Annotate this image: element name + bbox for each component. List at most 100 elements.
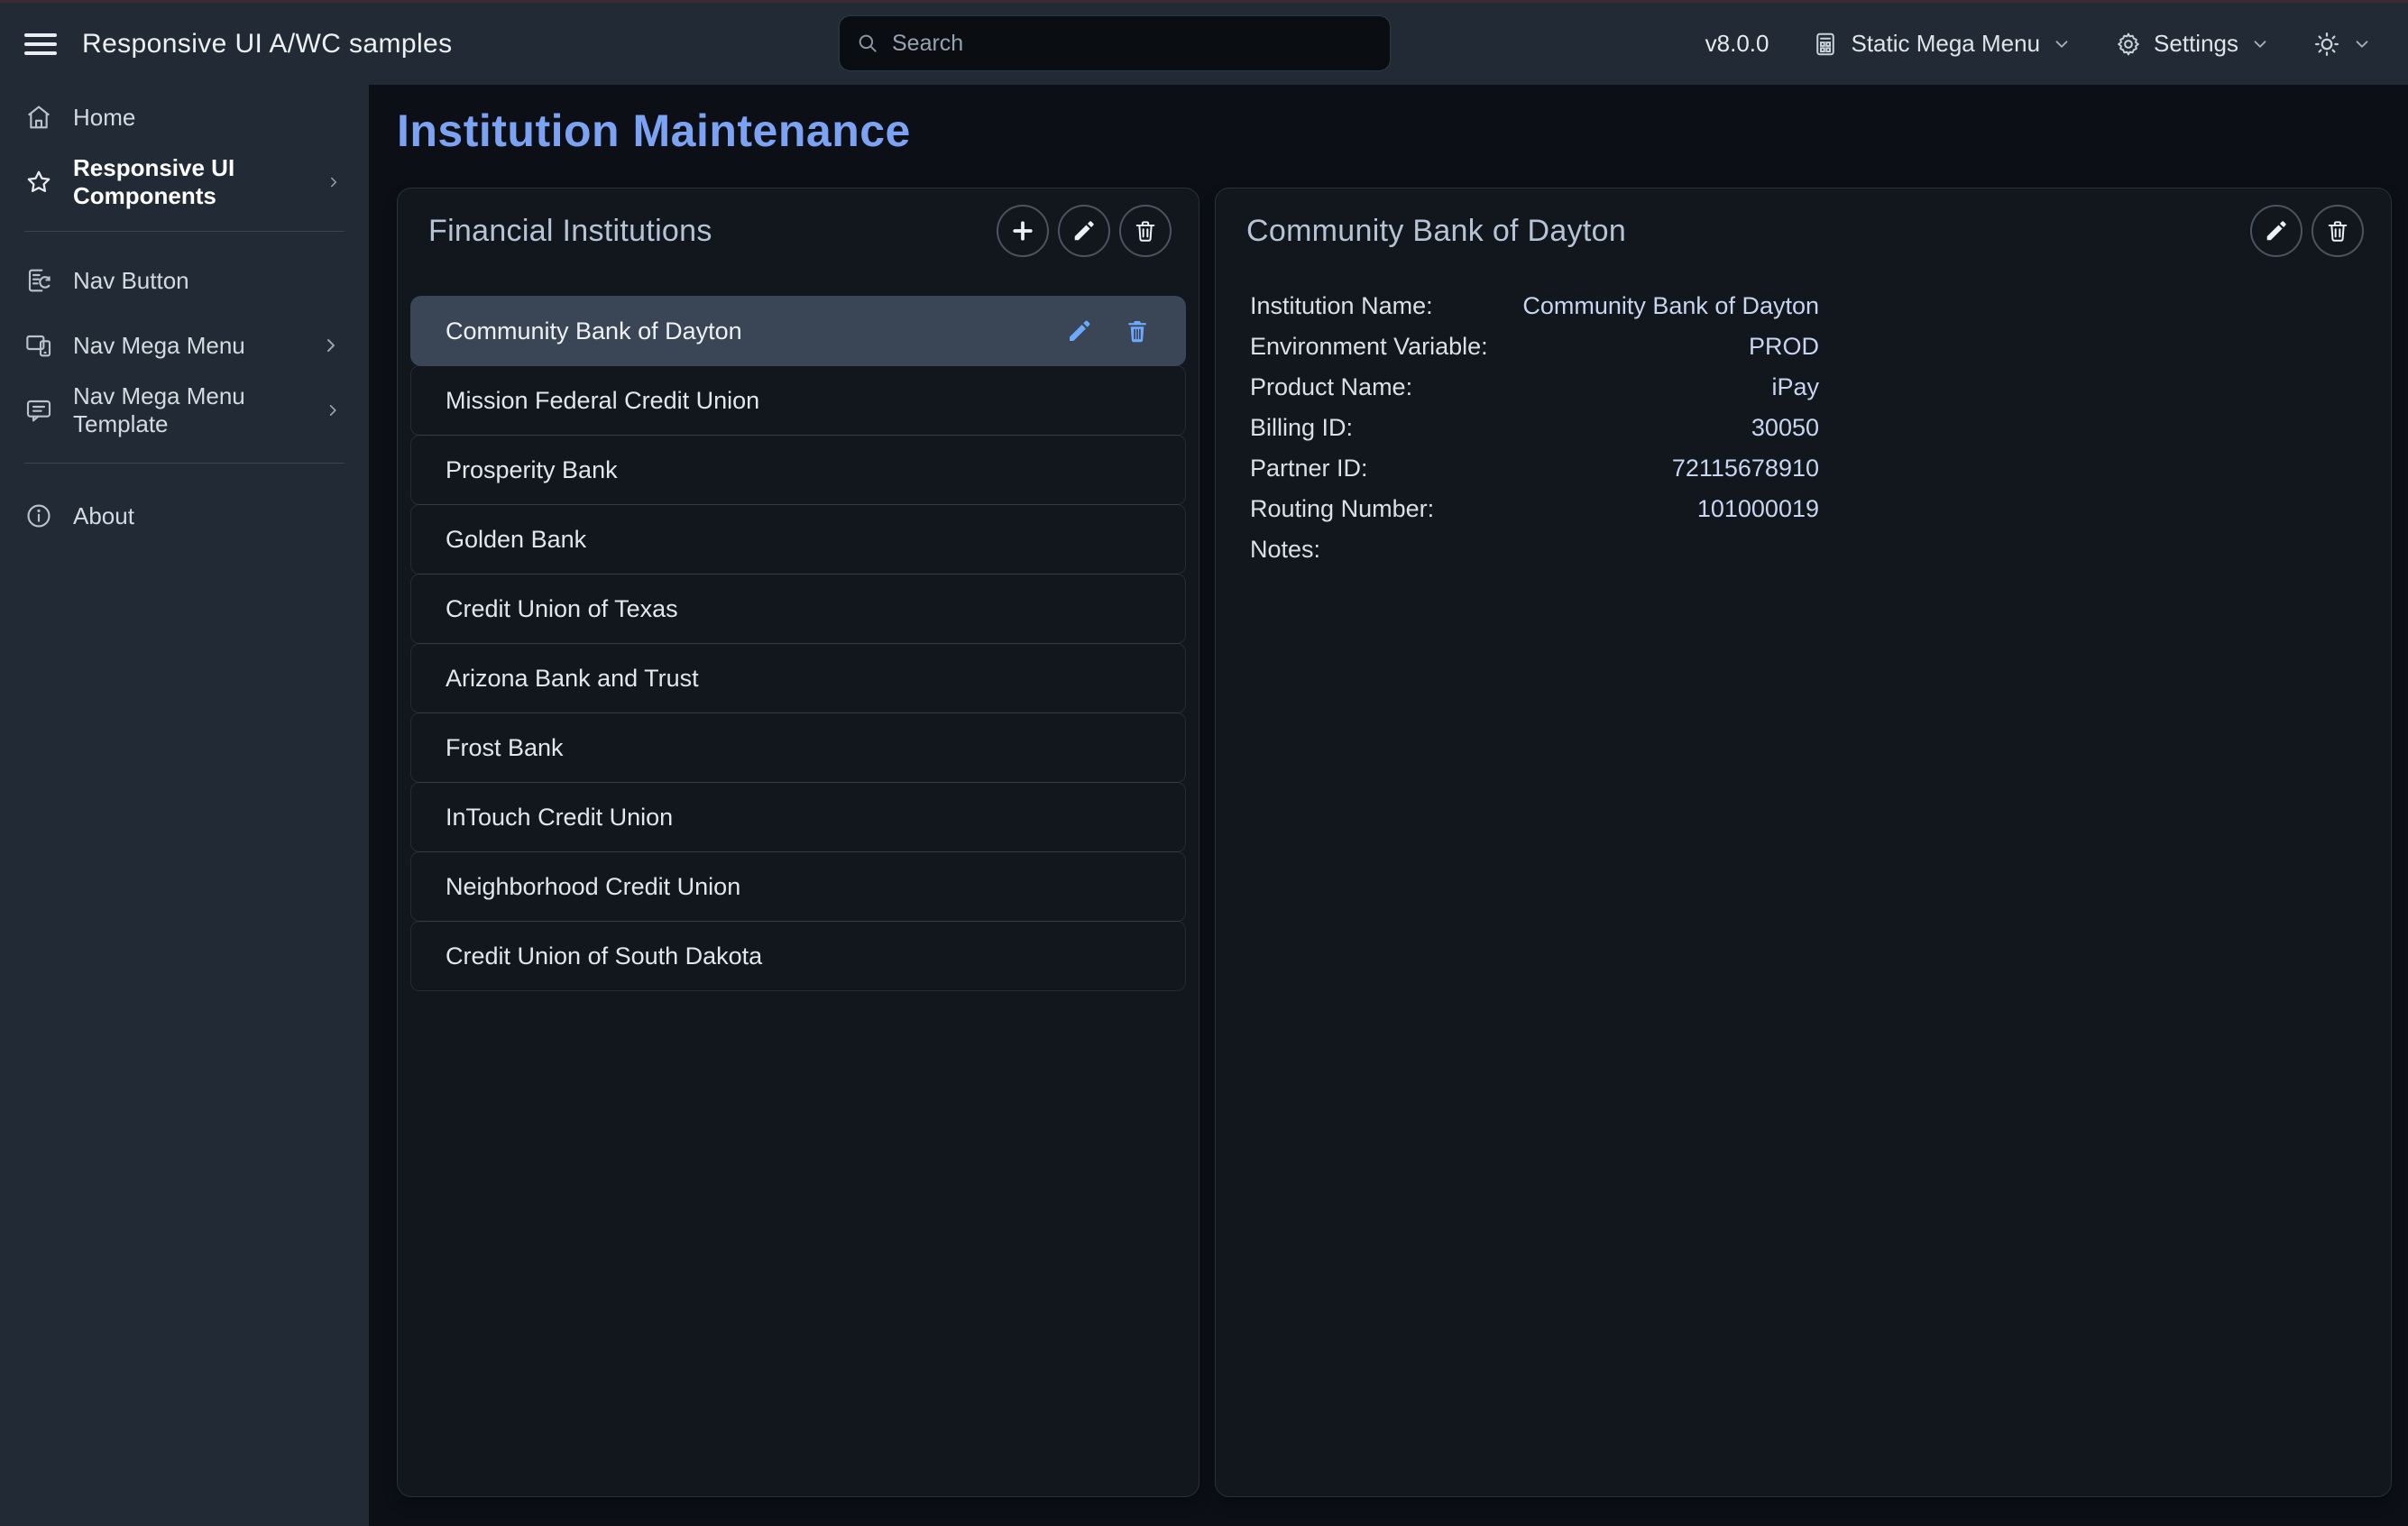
sun-icon (2313, 31, 2340, 58)
field-institution-name: Institution Name: Community Bank of Dayt… (1250, 286, 1819, 326)
sidebar-item-nav-mega-menu[interactable]: Nav Mega Menu (0, 313, 369, 378)
field-routing-number: Routing Number: 101000019 (1250, 489, 1819, 529)
sidebar-item-nav-button[interactable]: Nav Button (0, 248, 369, 313)
field-value: 72115678910 (1672, 455, 1819, 483)
document-refresh-icon (24, 265, 55, 296)
field-label: Partner ID: (1250, 455, 1368, 483)
institution-name: Community Bank of Dayton (446, 317, 742, 345)
sidebar-item-label: About (73, 502, 134, 530)
mega-menu-label: Static Mega Menu (1851, 30, 2040, 58)
version-label: v8.0.0 (1705, 30, 1769, 58)
institution-row[interactable]: Mission Federal Credit Union (410, 365, 1186, 436)
institution-name: Neighborhood Credit Union (446, 873, 740, 901)
institution-name: Prosperity Bank (446, 456, 618, 484)
field-label: Institution Name: (1250, 292, 1433, 320)
institution-detail-panel: Community Bank of Dayton Institution Nam… (1215, 188, 2392, 1497)
chevron-down-icon (2250, 34, 2270, 54)
mega-menu-dropdown[interactable]: Static Mega Menu (1812, 30, 2072, 58)
sidebar-item-label: Nav Mega Menu (73, 332, 245, 360)
search-icon (856, 32, 879, 55)
chat-template-icon (24, 395, 55, 426)
sidebar: Home Responsive UI Components Nav Button… (0, 85, 369, 1526)
trash-icon (2325, 218, 2350, 244)
edit-institution-button[interactable] (1058, 205, 1110, 257)
hamburger-menu-button[interactable] (24, 33, 59, 55)
chevron-down-icon (2352, 34, 2372, 54)
gear-icon (2115, 31, 2142, 58)
field-product-name: Product Name: iPay (1250, 367, 1819, 408)
institution-row[interactable]: Credit Union of Texas (410, 574, 1186, 644)
institution-name: Credit Union of South Dakota (446, 942, 762, 970)
chevron-right-icon (320, 335, 342, 356)
sidebar-item-nav-mega-menu-template[interactable]: Nav Mega Menu Template (0, 378, 369, 443)
institution-row[interactable]: Frost Bank (410, 712, 1186, 783)
plus-icon (1009, 217, 1036, 244)
sidebar-divider (24, 231, 345, 232)
search-input[interactable] (892, 31, 1374, 57)
institution-row[interactable]: Prosperity Bank (410, 435, 1186, 505)
field-billing-id: Billing ID: 30050 (1250, 408, 1819, 448)
edit-selected-institution-button[interactable] (1066, 317, 1093, 345)
field-value: PROD (1749, 333, 1819, 361)
pencil-icon (1066, 317, 1093, 345)
app-title: Responsive UI A/WC samples (82, 29, 453, 60)
chevron-right-icon (324, 400, 342, 421)
field-environment-variable: Environment Variable: PROD (1250, 326, 1819, 367)
hamburger-icon (24, 33, 57, 37)
institution-row-selected[interactable]: Community Bank of Dayton (410, 296, 1186, 366)
settings-dropdown[interactable]: Settings (2115, 30, 2270, 58)
add-institution-button[interactable] (997, 205, 1049, 257)
sidebar-item-home[interactable]: Home (0, 85, 369, 150)
institutions-panel-title: Financial Institutions (428, 214, 712, 249)
field-label: Product Name: (1250, 373, 1412, 401)
edit-detail-button[interactable] (2250, 205, 2302, 257)
institution-row[interactable]: Credit Union of South Dakota (410, 921, 1186, 991)
institution-row[interactable]: Neighborhood Credit Union (410, 851, 1186, 922)
chevron-down-icon (2052, 34, 2072, 54)
field-notes: Notes: (1250, 529, 1819, 570)
field-value: Community Bank of Dayton (1522, 292, 1819, 320)
sidebar-item-label: Home (73, 104, 135, 132)
institution-name: Mission Federal Credit Union (446, 387, 759, 415)
field-label: Notes: (1250, 536, 1320, 564)
field-label: Environment Variable: (1250, 333, 1488, 361)
mega-menu-icon (1812, 31, 1839, 58)
field-label: Billing ID: (1250, 414, 1353, 442)
sidebar-item-about[interactable]: About (0, 483, 369, 548)
home-icon (24, 102, 55, 133)
field-label: Routing Number: (1250, 495, 1434, 523)
sidebar-item-responsive-ui-components[interactable]: Responsive UI Components (0, 150, 369, 215)
trash-icon (1124, 317, 1151, 345)
institution-name: InTouch Credit Union (446, 804, 673, 832)
institution-row[interactable]: Golden Bank (410, 504, 1186, 575)
trash-icon (1133, 218, 1158, 244)
sidebar-item-label: Nav Button (73, 267, 189, 295)
institution-name: Golden Bank (446, 526, 586, 554)
institution-row[interactable]: Arizona Bank and Trust (410, 643, 1186, 713)
info-icon (24, 501, 55, 531)
sidebar-item-label: Nav Mega Menu Template (73, 382, 306, 438)
pencil-icon (1071, 218, 1097, 244)
institution-name: Frost Bank (446, 734, 564, 762)
field-value: iPay (1771, 373, 1819, 401)
institutions-list: Community Bank of Dayton Mission Federal… (410, 296, 1186, 991)
settings-label: Settings (2154, 30, 2238, 58)
main-content: Institution Maintenance Financial Instit… (369, 85, 2408, 1526)
delete-selected-institution-button[interactable] (1124, 317, 1151, 345)
star-icon (24, 167, 55, 198)
institution-name: Credit Union of Texas (446, 595, 678, 623)
institution-row[interactable]: InTouch Credit Union (410, 782, 1186, 852)
sidebar-divider (24, 463, 345, 464)
institution-fields: Institution Name: Community Bank of Dayt… (1250, 286, 1819, 570)
field-partner-id: Partner ID: 72115678910 (1250, 448, 1819, 489)
detail-panel-title: Community Bank of Dayton (1246, 214, 1626, 249)
pencil-icon (2264, 218, 2289, 244)
chevron-right-icon (326, 171, 342, 193)
theme-toggle-dropdown[interactable] (2313, 31, 2372, 58)
institution-name: Arizona Bank and Trust (446, 665, 699, 693)
delete-detail-button[interactable] (2311, 205, 2364, 257)
delete-institution-button[interactable] (1119, 205, 1172, 257)
field-value: 30050 (1751, 414, 1819, 442)
search-box[interactable] (839, 15, 1391, 71)
page-title: Institution Maintenance (397, 105, 2392, 157)
